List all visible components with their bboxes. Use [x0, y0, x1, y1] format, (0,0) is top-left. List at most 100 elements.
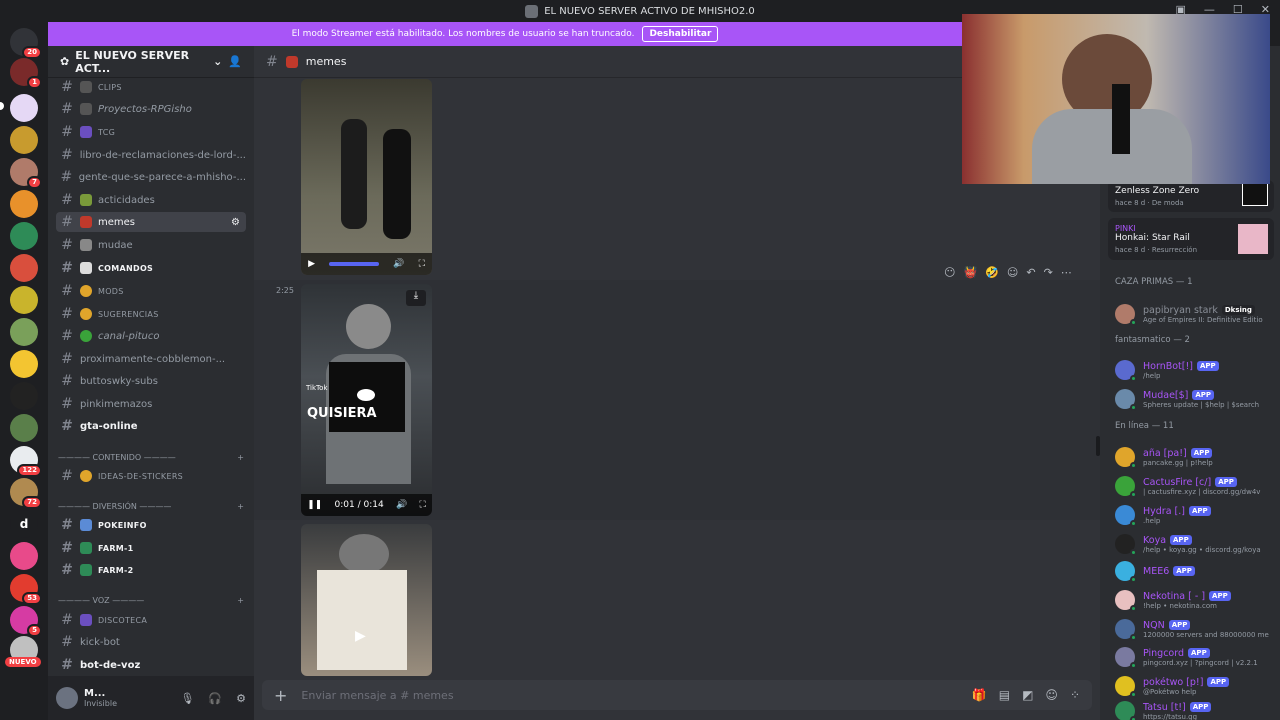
server-icon[interactable] — [10, 286, 38, 314]
server-icon[interactable] — [10, 318, 38, 346]
play-icon[interactable]: ▶ — [308, 259, 315, 269]
channel-item[interactable]: # MODS — [56, 281, 246, 301]
member-item[interactable]: Mudae[$] APP Spheres update | $help | $sea… — [1115, 386, 1275, 412]
server-icon[interactable]: 7 — [10, 158, 42, 189]
activity-card[interactable]: Zenless Zone Zero hace 8 d · De moda — [1108, 180, 1274, 212]
gift-icon[interactable]: 🎁 — [972, 688, 987, 702]
channel-item-memes[interactable]: # memes ⚙ — [56, 212, 246, 232]
volume-icon[interactable]: 🔊 — [396, 500, 407, 510]
channel-item[interactable]: # acticidades — [56, 190, 246, 210]
add-reaction-icon[interactable]: ☺ — [1007, 266, 1018, 279]
channel-item[interactable]: # mudae — [56, 235, 246, 255]
new-badge: NUEVO — [5, 657, 41, 667]
avatar[interactable] — [56, 687, 78, 709]
channel-item[interactable]: # Proyectos-RPGisho — [56, 99, 246, 119]
add-attachment-icon[interactable]: + — [274, 686, 287, 705]
channel-item[interactable]: # pinkimemazos — [56, 394, 246, 414]
add-channel-icon[interactable]: + — [237, 453, 244, 462]
channel-item[interactable]: # SUGERENCIAS — [56, 304, 246, 324]
channel-item[interactable]: # COMANDOS — [56, 258, 246, 278]
message-composer[interactable]: + Enviar mensaje a # memes 🎁 ▤ ◩ ☺ ⁘ — [262, 680, 1092, 710]
member-item[interactable]: papibryan stark Dksing Age of Empires II: … — [1115, 301, 1275, 327]
server-icon[interactable] — [10, 126, 38, 154]
sticker-icon[interactable]: ◩ — [1022, 688, 1033, 702]
reaction-icon[interactable]: 🤣 — [985, 266, 999, 279]
hash-icon: # — [61, 237, 73, 253]
channel-item[interactable]: # TCG — [56, 122, 246, 142]
video-attachment[interactable]: ▶ — [301, 524, 432, 676]
volume-icon[interactable]: 🔊 — [393, 259, 404, 269]
server-icon[interactable]: 122 — [10, 446, 42, 477]
category-header[interactable]: ———— CONTENIDO ———— + — [58, 449, 244, 465]
category-header[interactable]: ———— VOZ ———— + — [58, 592, 244, 608]
gif-icon[interactable]: ▤ — [999, 688, 1010, 702]
server-icon[interactable] — [10, 222, 38, 250]
channel-item[interactable]: # FARM-2 — [56, 560, 246, 580]
member-item[interactable]: Nekotina [ - ] APP !help • nekotina.com — [1115, 587, 1275, 613]
channel-item[interactable]: # CLIPS — [56, 77, 246, 97]
channel-item[interactable]: # kick-bot — [56, 632, 246, 652]
reaction-icon[interactable]: 👹 — [963, 266, 977, 279]
reply-icon[interactable]: ↶ — [1026, 266, 1035, 279]
member-item[interactable]: CactusFire [c/] APP | cactusfire.xyz | dis… — [1115, 473, 1275, 499]
play-icon[interactable]: ▶ — [355, 628, 366, 644]
server-icon[interactable] — [10, 382, 38, 410]
server-icon[interactable] — [10, 414, 38, 442]
add-channel-icon[interactable]: + — [237, 596, 244, 605]
member-item[interactable]: HornBot[!] APP/help — [1115, 357, 1275, 383]
activity-card[interactable]: PINKI Honkai: Star Rail hace 8 d · Resur… — [1108, 218, 1274, 260]
channel-item[interactable]: # IDEAS-DE-STICKERS — [56, 466, 246, 486]
server-icon[interactable]: 72 — [10, 478, 42, 509]
member-item[interactable]: pokétwo [p!] APP @Pokétwo help — [1115, 673, 1275, 699]
channel-item[interactable]: # libro-de-reclamaciones-de-lord-... — [56, 145, 246, 165]
member-item[interactable]: Tatsu [t!] APP https://tatsu.gg — [1115, 698, 1275, 720]
forward-icon[interactable]: ↷ — [1044, 266, 1053, 279]
apps-icon[interactable]: ⁘ — [1070, 688, 1080, 702]
channel-item[interactable]: # gente-que-se-parece-a-mhisho-... — [56, 167, 246, 187]
server-icon[interactable]: 5 — [10, 606, 42, 637]
server-icon[interactable]: 1 — [10, 58, 42, 89]
member-item[interactable]: Koya APP/help • koya.gg • discord.gg/koya — [1115, 531, 1275, 557]
member-item[interactable]: aña [pa!] APP pancake.gg | p!help — [1115, 444, 1275, 470]
server-header[interactable]: ✿ EL NUEVO SERVER ACT... ⌄ 👤 — [48, 46, 254, 78]
server-icon[interactable] — [10, 254, 38, 282]
server-icon[interactable] — [10, 350, 38, 378]
member-item[interactable]: Hydra [.] APP .help — [1115, 502, 1275, 528]
server-icon[interactable] — [10, 94, 38, 122]
server-icon[interactable] — [10, 190, 38, 218]
disable-streamer-button[interactable]: Deshabilitar — [642, 26, 719, 42]
video-attachment[interactable]: TikTok QUISIERA ⤓ ❚❚ 0:01 / 0:14 🔊 ⛶ — [301, 284, 432, 516]
fullscreen-icon[interactable]: ⛶ — [419, 259, 425, 269]
channel-item[interactable]: # gta-online — [56, 416, 246, 436]
microphone-icon[interactable]: 🎙 — [180, 692, 194, 705]
more-icon[interactable]: ⋯ — [1061, 266, 1072, 279]
headphones-icon[interactable]: 🎧 — [208, 692, 222, 705]
emoji-icon[interactable]: ☺ — [1045, 688, 1058, 702]
invite-icon[interactable]: 👤 — [228, 55, 242, 68]
direct-messages-icon[interactable]: 20 — [10, 28, 42, 59]
channel-item[interactable]: # bot-de-voz — [56, 655, 246, 675]
channel-item[interactable]: # buttoswky-subs — [56, 371, 246, 391]
pause-icon[interactable]: ❚❚ — [307, 500, 322, 510]
volume-slider[interactable] — [329, 262, 380, 266]
settings-icon[interactable]: ⚙ — [231, 217, 240, 228]
channel-item[interactable]: # proximamente-cobblemon-... — [56, 349, 246, 369]
channel-item[interactable]: # DISCOTECA — [56, 610, 246, 630]
member-item[interactable]: NQN APP 1200000 servers and 88000000 me — [1115, 616, 1275, 642]
download-icon[interactable]: ⤓ — [406, 290, 426, 306]
server-icon[interactable] — [10, 542, 38, 570]
channel-item[interactable]: # POKEINFO — [56, 515, 246, 535]
member-item[interactable]: Pingcord APP pingcord.xyz | ?pingcord | v2… — [1115, 644, 1275, 670]
server-icon[interactable]: 53 — [10, 574, 42, 605]
channel-label: mudae — [98, 239, 133, 251]
member-item[interactable]: MEE6 APP — [1115, 558, 1275, 584]
server-icon[interactable]: d — [10, 510, 38, 538]
channel-item[interactable]: # FARM-1 — [56, 538, 246, 558]
add-channel-icon[interactable]: + — [237, 502, 244, 511]
category-header[interactable]: ———— DIVERSIÓN ———— + — [58, 498, 244, 514]
video-attachment[interactable]: ▶ 🔊 ⛶ — [301, 79, 432, 275]
reaction-icon[interactable]: 😶 — [944, 266, 955, 279]
channel-item[interactable]: # canal-pituco — [56, 326, 246, 346]
fullscreen-icon[interactable]: ⛶ — [420, 500, 426, 510]
settings-icon[interactable]: ⚙ — [236, 692, 246, 705]
